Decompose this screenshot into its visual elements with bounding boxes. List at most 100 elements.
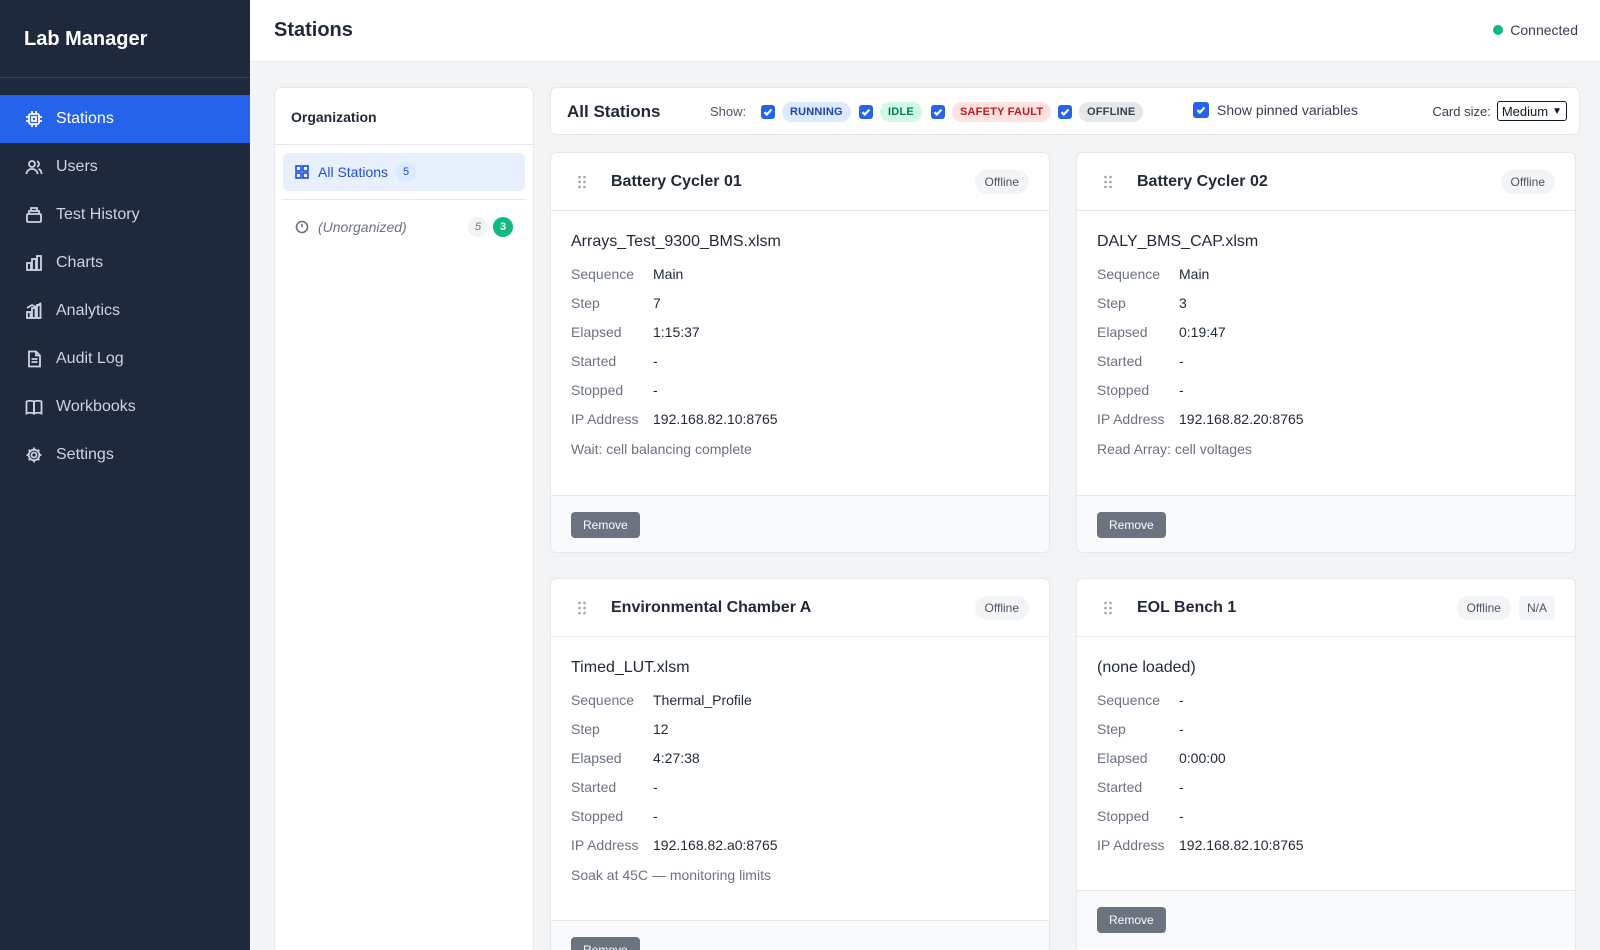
sidebar-item-workbooks[interactable]: Workbooks [0, 383, 250, 431]
field-value: - [1179, 720, 1184, 737]
field-step: Step - [1097, 714, 1555, 743]
workbook-filename: DALY_BMS_CAP.xlsm [1097, 233, 1259, 250]
card-footer: Remove [551, 920, 1049, 950]
field-started: Started - [571, 772, 1029, 801]
drag-handle-icon[interactable] [577, 175, 587, 189]
drag-handle-icon[interactable] [1103, 175, 1113, 189]
card-size-select[interactable]: Medium ▼ [1496, 101, 1567, 121]
org-item-label: All Stations [318, 164, 389, 180]
field-value: - [1179, 352, 1184, 369]
sidebar-nav: Stations Users Test History Charts Analy… [0, 95, 250, 479]
field-label: Stopped [571, 807, 624, 824]
field-value: Main [1179, 265, 1210, 282]
sidebar-item-label: Workbooks [56, 398, 136, 415]
field-label: Sequence [1097, 691, 1161, 708]
field-label: IP Address [1097, 410, 1165, 427]
remove-button[interactable]: Remove [571, 937, 640, 950]
field-label: Step [1097, 294, 1126, 311]
field-label: Elapsed [1097, 749, 1148, 766]
field-ip-address: IP Address 192.168.82.20:8765 [1097, 404, 1555, 433]
sidebar-item-audit-log[interactable]: Audit Log [0, 335, 250, 383]
field-label: Stopped [1097, 807, 1150, 824]
pinned-checkbox[interactable] [1193, 102, 1209, 118]
station-card: EOL Bench 1 Offline N/A (none loaded) Se… [1076, 578, 1576, 950]
divider [283, 199, 525, 200]
field-label: Started [1097, 778, 1143, 795]
drag-handle-icon[interactable] [1103, 601, 1113, 615]
field-label: IP Address [571, 410, 639, 427]
card-size-label: Card size: [1432, 103, 1491, 119]
field-value: - [1179, 691, 1184, 708]
running-checkbox[interactable] [761, 105, 775, 119]
filter-bar: All Stations Show: RUNNING IDLE SAFETY F… [550, 87, 1580, 135]
card-header: EOL Bench 1 Offline N/A [1077, 579, 1575, 637]
status-badges: Offline N/A [1456, 596, 1555, 620]
connection-label: Connected [1510, 22, 1578, 38]
sidebar-item-stations[interactable]: Stations [0, 95, 250, 143]
filter-offline: OFFLINE [1058, 102, 1144, 122]
filter-title: All Stations [567, 102, 661, 121]
remove-button[interactable]: Remove [1097, 907, 1166, 933]
remove-button[interactable]: Remove [571, 512, 640, 538]
check-icon [933, 108, 943, 117]
check-icon [763, 108, 773, 117]
field-label: Sequence [1097, 265, 1161, 282]
field-sequence: Sequence Main [1097, 259, 1555, 288]
field-value: Main [653, 265, 684, 282]
sidebar-item-analytics[interactable]: Analytics [0, 287, 250, 335]
offline-checkbox[interactable] [1058, 105, 1072, 119]
field-label: IP Address [571, 836, 639, 853]
field-sequence: Sequence Main [571, 259, 1029, 288]
workbook-filename: Arrays_Test_9300_BMS.xlsm [571, 233, 781, 250]
sidebar-item-charts[interactable]: Charts [0, 239, 250, 287]
field-stopped: Stopped - [571, 375, 1029, 404]
field-sequence: Sequence - [1097, 685, 1555, 714]
running-pill: RUNNING [782, 102, 851, 122]
card-footer: Remove [551, 495, 1049, 552]
field-value: Thermal_Profile [653, 691, 752, 708]
safety-fault-checkbox[interactable] [931, 105, 945, 119]
station-name: Battery Cycler 02 [1137, 173, 1268, 190]
idle-checkbox[interactable] [859, 105, 873, 119]
sidebar-item-label: Analytics [56, 302, 121, 319]
field-started: Started - [571, 346, 1029, 375]
field-value: - [1179, 778, 1184, 795]
field-value: 3 [1179, 294, 1187, 311]
card-body: DALY_BMS_CAP.xlsm Sequence Main Step 3 Ela… [1077, 211, 1575, 457]
field-value: - [653, 381, 658, 398]
drag-handle-icon[interactable] [577, 601, 587, 615]
pinned-variables-toggle[interactable]: Show pinned variables [1193, 102, 1358, 118]
field-value: 192.168.82.10:8765 [653, 410, 778, 427]
sidebar-item-label: Test History [56, 206, 140, 223]
field-value: - [653, 807, 658, 824]
station-count-badge: 5 [468, 217, 488, 237]
field-stopped: Stopped - [571, 801, 1029, 830]
card-size-value: Medium [1501, 103, 1549, 119]
connection-status: Connected [1493, 22, 1578, 38]
remove-button[interactable]: Remove [1097, 512, 1166, 538]
field-label: Started [1097, 352, 1143, 369]
na-badge: N/A [1518, 596, 1555, 620]
card-footer: Remove [1077, 890, 1575, 948]
station-card: Battery Cycler 01 Offline Arrays_Test_93… [550, 152, 1050, 553]
field-value: - [653, 352, 658, 369]
org-item-all-stations[interactable]: All Stations 5 [283, 153, 525, 191]
field-value: 192.168.82.10:8765 [1179, 836, 1304, 853]
org-item-unorganized[interactable]: (Unorganized) 5 3 [283, 208, 525, 246]
sidebar-item-users[interactable]: Users [0, 143, 250, 191]
show-label: Show: [710, 104, 747, 119]
field-sequence: Sequence Thermal_Profile [571, 685, 1029, 714]
card-header: Environmental Chamber A Offline [551, 579, 1049, 637]
field-elapsed: Elapsed 4:27:38 [571, 743, 1029, 772]
step-note: Soak at 45C — monitoring limits [571, 867, 771, 883]
gear-icon [25, 446, 43, 464]
sidebar-item-test-history[interactable]: Test History [0, 191, 250, 239]
step-note: Read Array: cell voltages [1097, 441, 1252, 457]
field-value: 0:00:00 [1179, 749, 1226, 766]
workbook-filename: (none loaded) [1097, 659, 1196, 676]
field-step: Step 12 [571, 714, 1029, 743]
field-label: Sequence [571, 265, 635, 282]
sidebar-item-settings[interactable]: Settings [0, 431, 250, 479]
field-value: - [1179, 381, 1184, 398]
field-value: 192.168.82.a0:8765 [653, 836, 778, 853]
